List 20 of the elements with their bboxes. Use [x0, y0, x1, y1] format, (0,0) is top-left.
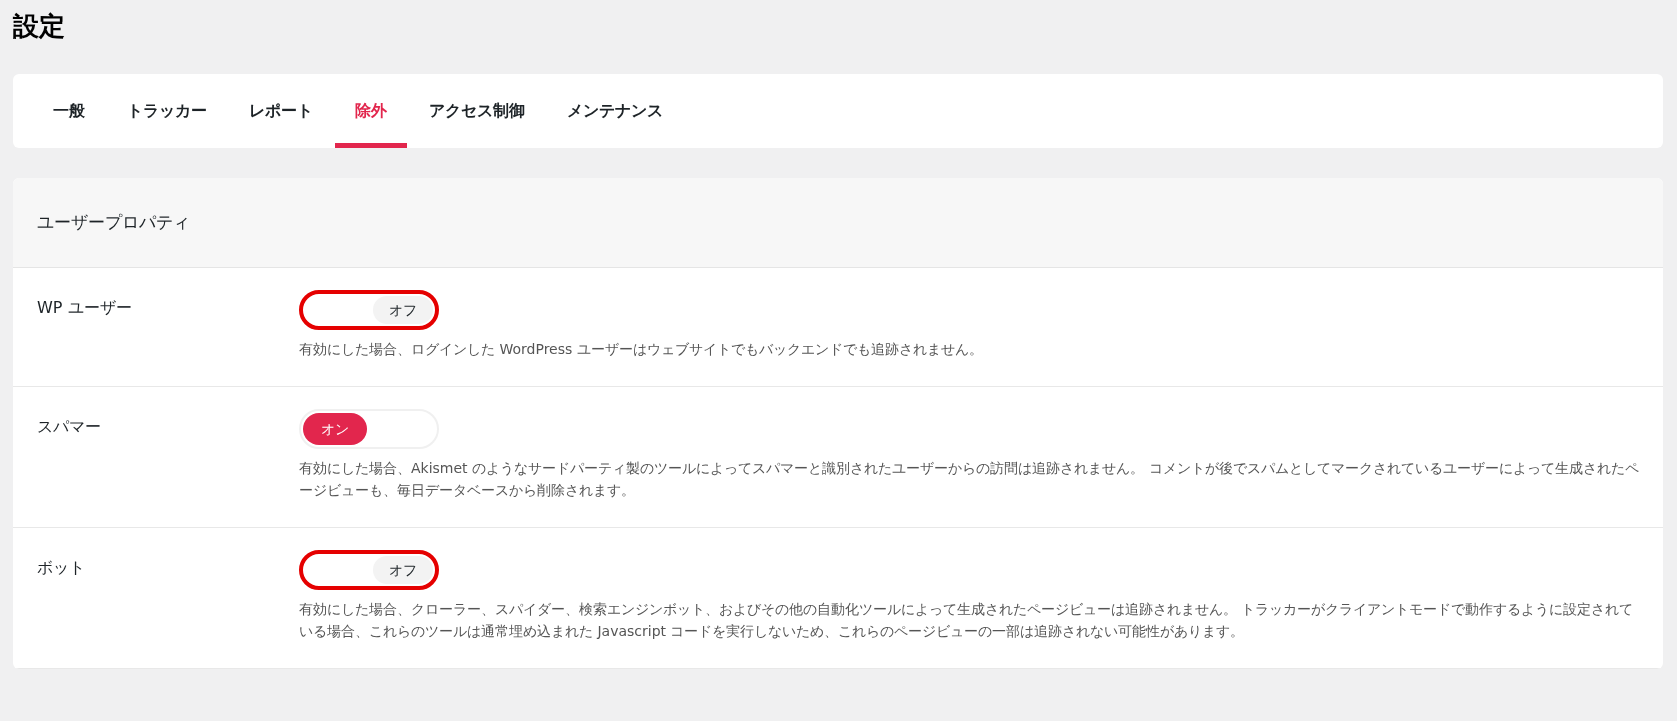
toggle-switch[interactable]: オフ: [299, 550, 439, 590]
setting-label: WP ユーザー: [37, 297, 133, 319]
toggle-switch[interactable]: オン: [299, 409, 439, 449]
tab[interactable]: レポート: [229, 74, 333, 148]
setting-label: スパマー: [37, 416, 102, 438]
tab[interactable]: アクセス制御: [409, 74, 545, 148]
tab[interactable]: 除外: [335, 74, 407, 148]
toggle-knob: オフ: [373, 556, 433, 584]
section-title: ユーザープロパティ: [37, 210, 190, 234]
toggle-knob: オン: [303, 413, 367, 445]
tab[interactable]: メンテナンス: [547, 74, 683, 148]
setting-description: 有効にした場合、Akismet のようなサードパーティ製のツールによってスパマーと識別されたユーザーからの訪問は追跡されません。 コメントが後でスパムとしてマークされているユーザーによって生成されたページビューも、毎日データベースから削除されます。: [299, 459, 1639, 500]
page-title: 設定: [13, 10, 66, 43]
tab[interactable]: 一般: [33, 74, 105, 148]
tab[interactable]: トラッカー: [107, 74, 227, 148]
setting-description: 有効にした場合、ログインした WordPress ユーザーはウェブサイトでもバックエンドでも追跡されません。: [299, 340, 984, 359]
setting-label: ボット: [37, 557, 86, 579]
toggle-switch[interactable]: オフ: [299, 290, 439, 330]
toggle-knob: オフ: [373, 296, 433, 324]
setting-description: 有効にした場合、クローラー、スパイダー、検索エンジンボット、およびその他の自動化ツールによって生成されたページビューは追跡されません。 トラッカーがクライアントモードで動作するように設定されている場合、これらのツールは通常埋め込まれた Javascript コードを実行しないため、これらのページビューの一部は追跡されない可能性があります。: [299, 600, 1635, 641]
